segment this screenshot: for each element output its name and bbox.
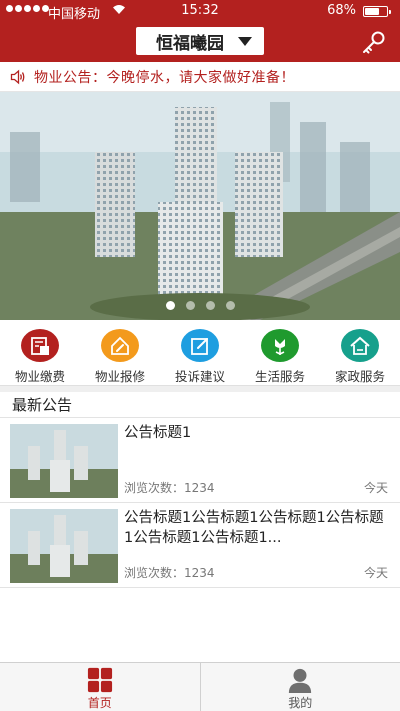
tab-label: 我的: [288, 696, 313, 710]
battery-icon: [363, 6, 391, 17]
bottom-tab-bar: 首页 我的: [0, 662, 400, 711]
notice-text: 物业公告：今晚停水，请大家做好准备！: [34, 69, 295, 86]
view-count: 浏览次数：1234: [124, 566, 215, 580]
community-name: 恒福曦园: [156, 33, 224, 54]
menu-item-housekeeping[interactable]: 家政服务: [320, 320, 400, 385]
chevron-down-icon: [238, 36, 252, 46]
carousel-dot[interactable]: [185, 301, 195, 310]
tab-home[interactable]: 首页: [0, 663, 200, 711]
menu-label: 家政服务: [334, 369, 385, 384]
announcement-title: 公告标题1公告标题1公告标题1公告标题1公告标题1公告标题1...: [124, 510, 384, 546]
carousel-dot[interactable]: [165, 301, 175, 310]
menu-label: 物业缴费: [14, 369, 65, 384]
banner-image: [0, 92, 400, 320]
announcement-date: 今天: [363, 566, 388, 580]
menu-label: 物业报修: [94, 369, 145, 384]
menu-item-feedback[interactable]: 投诉建议: [160, 320, 240, 385]
key-icon[interactable]: [360, 30, 386, 56]
announcement-item[interactable]: 公告标题1公告标题1公告标题1公告标题1公告标题1公告标题1... 浏览次数：1…: [0, 504, 400, 588]
status-bar: 中国移动 15:32 68%: [0, 0, 400, 22]
banner-carousel[interactable]: [0, 92, 400, 320]
view-count: 浏览次数：1234: [124, 481, 215, 495]
user-icon: [289, 668, 312, 693]
community-selector[interactable]: 恒福曦园: [136, 27, 264, 55]
announcements-title: 最新公告: [0, 392, 400, 418]
carousel-indicator[interactable]: [0, 301, 400, 310]
edit-icon: [181, 329, 219, 362]
notice-bar[interactable]: 物业公告：今晚停水，请大家做好准备！: [0, 62, 400, 92]
menu-item-property-fee[interactable]: 物业缴费: [0, 320, 80, 385]
house-icon: [341, 329, 379, 362]
battery-percent: 68%: [327, 3, 356, 18]
tab-label: 首页: [87, 696, 112, 710]
announcement-title: 公告标题1: [124, 425, 192, 441]
tab-mine[interactable]: 我的: [199, 663, 400, 711]
app-screen: 中国移动 15:32 68% 恒福曦园 物业公告：今晚停水，请大家做好准备！ 物…: [0, 0, 400, 711]
bill-icon: [21, 329, 59, 362]
app-header: 中国移动 15:32 68% 恒福曦园: [0, 0, 400, 62]
menu-item-repair[interactable]: 物业报修: [80, 320, 160, 385]
menu-label: 投诉建议: [174, 369, 225, 384]
repair-icon: [101, 329, 139, 362]
quick-menu: 物业缴费 物业报修 投诉建议 生活服务 家政服务: [0, 320, 400, 386]
speaker-icon: [10, 69, 25, 84]
announcement-thumbnail: [10, 509, 118, 583]
menu-label: 生活服务: [254, 369, 305, 384]
menu-item-life-service[interactable]: 生活服务: [240, 320, 320, 385]
carousel-dot[interactable]: [205, 301, 215, 310]
announcement-date: 今天: [363, 481, 388, 495]
carousel-dot[interactable]: [225, 301, 235, 310]
flower-icon: [261, 329, 299, 362]
home-grid-icon: [87, 667, 112, 693]
announcement-thumbnail: [10, 424, 118, 498]
announcement-item[interactable]: 公告标题1 浏览次数：1234 今天: [0, 419, 400, 503]
